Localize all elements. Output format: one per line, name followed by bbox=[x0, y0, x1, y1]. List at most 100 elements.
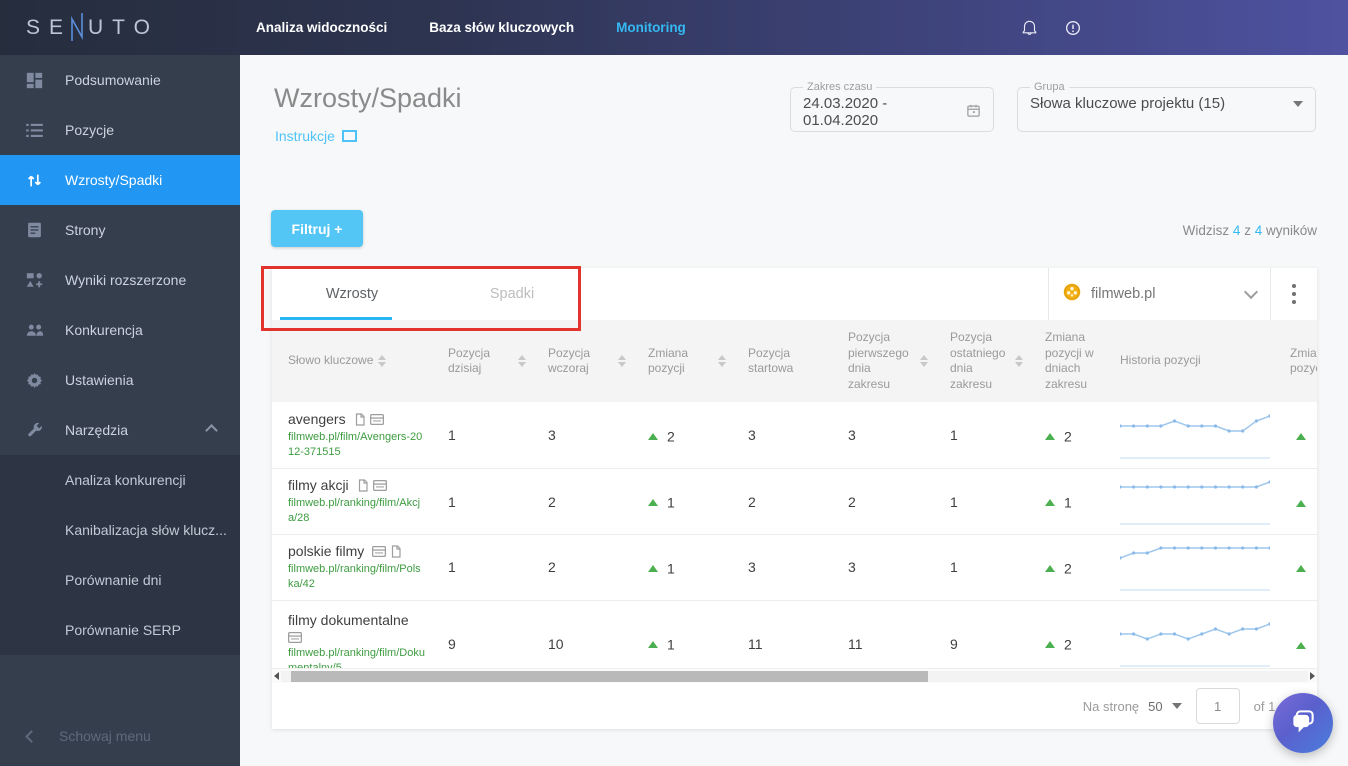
position-change: 1 bbox=[667, 494, 675, 511]
date-range-field[interactable]: Zakres czasu 24.03.2020 - 01.04.2020 bbox=[790, 81, 994, 132]
instructions-label: Instrukcje bbox=[275, 128, 335, 144]
serp-snippet-icon[interactable] bbox=[372, 545, 387, 557]
column-header-pozycja-startowa: Pozycja startowa bbox=[732, 320, 832, 402]
column-header-pozycja-wczoraj[interactable]: Pozycja wczoraj bbox=[532, 320, 632, 402]
chevron-left-icon bbox=[25, 729, 38, 743]
position-yesterday: 2 bbox=[548, 493, 556, 510]
sidebar-subitem-analiza-konkurencji[interactable]: Analiza konkurencji bbox=[0, 455, 240, 505]
serp-snippet-icon[interactable] bbox=[288, 631, 302, 643]
senuto-logo[interactable]: SE UTO bbox=[0, 12, 256, 43]
sidebar-item-label: Podsumowanie bbox=[65, 72, 161, 88]
page-preview-icon[interactable] bbox=[390, 544, 402, 558]
notifications-bell-icon[interactable] bbox=[1022, 19, 1037, 36]
tab-spadki[interactable]: Spadki bbox=[432, 268, 592, 320]
nav-item-analiza-widocznosci[interactable]: Analiza widoczności bbox=[256, 20, 387, 35]
column-header-pozycja-dzisiaj[interactable]: Pozycja dzisiaj bbox=[432, 320, 532, 402]
scrollbar-thumb[interactable] bbox=[291, 670, 928, 682]
collapse-menu-button[interactable]: Schowaj menu bbox=[0, 706, 240, 766]
wrench-icon bbox=[25, 422, 44, 438]
kebab-menu-button[interactable] bbox=[1270, 268, 1317, 320]
position-start: 3 bbox=[748, 559, 756, 576]
column-header-pozycja-ostatniego-dnia[interactable]: Pozycja ostatniego dnia zakresu bbox=[934, 320, 1029, 402]
sidebar-item-konkurencja[interactable]: Konkurencja bbox=[0, 305, 240, 355]
page-number-input[interactable] bbox=[1195, 688, 1240, 724]
sort-icon bbox=[920, 355, 928, 368]
horizontal-scrollbar[interactable] bbox=[272, 668, 1317, 683]
info-icon[interactable] bbox=[1065, 20, 1081, 36]
sidebar-item-wzrosty-spadki[interactable]: Wzrosty/Spadki bbox=[0, 155, 240, 205]
keyword-name[interactable]: avengers bbox=[288, 411, 346, 427]
position-first-day: 11 bbox=[848, 635, 863, 652]
sidebar-subitem-porownanie-dni[interactable]: Porównanie dni bbox=[0, 555, 240, 605]
chevron-up-icon bbox=[205, 423, 218, 437]
sidebar-item-wyniki-rozszerzone[interactable]: Wyniki rozszerzone bbox=[0, 255, 240, 305]
sidebar-item-narzedzia[interactable]: Narzędzia bbox=[0, 405, 240, 455]
column-header-pozycja-pierwszego-dnia[interactable]: Pozycja pierwszego dnia zakresu bbox=[832, 320, 934, 402]
up-triangle-icon bbox=[1296, 565, 1306, 573]
page-of-label: of 1 bbox=[1253, 698, 1276, 714]
up-triangle-icon bbox=[648, 498, 658, 506]
keyword-name[interactable]: filmy dokumentalne bbox=[288, 612, 409, 628]
keyword-url-link[interactable]: filmweb.pl/ranking/film/Dokumentalny/5 bbox=[288, 646, 426, 668]
position-history-sparkline bbox=[1118, 414, 1272, 459]
results-shown: 4 bbox=[1232, 223, 1241, 238]
sidebar-item-label: Wzrosty/Spadki bbox=[65, 172, 163, 188]
nav-item-monitoring[interactable]: Monitoring bbox=[616, 20, 686, 35]
position-change: 2 bbox=[667, 428, 675, 445]
keyword-url-link[interactable]: filmweb.pl/film/Avengers-2012-371515 bbox=[288, 430, 426, 460]
results-count: Widzisz 4 z 4 wyników bbox=[1182, 223, 1317, 238]
keyword-name[interactable]: polskie filmy bbox=[288, 543, 364, 559]
up-triangle-icon bbox=[648, 640, 658, 648]
serp-snippet-icon[interactable] bbox=[369, 413, 384, 425]
sidebar-item-label: Konkurencja bbox=[65, 322, 143, 338]
position-history-sparkline bbox=[1118, 480, 1272, 525]
page-preview-icon[interactable] bbox=[354, 412, 366, 426]
scroll-left-icon[interactable] bbox=[274, 672, 279, 680]
group-value: Słowa kluczowe projektu (15) bbox=[1030, 95, 1226, 112]
serp-snippet-icon[interactable] bbox=[372, 479, 387, 491]
people-icon bbox=[25, 323, 44, 337]
per-page-select[interactable]: Na stronę 50 bbox=[1083, 699, 1182, 714]
domain-selector[interactable]: filmweb.pl bbox=[1048, 268, 1270, 320]
sidebar-item-pozycje[interactable]: Pozycje bbox=[0, 105, 240, 155]
scrollbar-track[interactable] bbox=[281, 670, 1308, 682]
chevron-down-icon bbox=[1171, 703, 1182, 709]
sort-icon bbox=[378, 355, 387, 368]
keyword-url-link[interactable]: filmweb.pl/ranking/film/Akcja/28 bbox=[288, 496, 426, 526]
position-change: 1 bbox=[667, 560, 675, 577]
chat-widget-button[interactable] bbox=[1273, 693, 1333, 753]
sort-icon bbox=[1015, 355, 1023, 368]
results-table: Słowo kluczowe Pozycja dzisiaj Pozycja wcz… bbox=[272, 320, 1317, 668]
column-header-zmiana-pozycji[interactable]: Zmiana pozycji bbox=[632, 320, 732, 402]
group-select[interactable]: Grupa Słowa kluczowe projektu (15) bbox=[1017, 81, 1316, 132]
nav-item-baza-slow-kluczowych[interactable]: Baza słów kluczowych bbox=[429, 20, 574, 35]
keyword-name[interactable]: filmy akcji bbox=[288, 477, 349, 493]
list-icon bbox=[25, 123, 44, 138]
sidebar-item-label: Wyniki rozszerzone bbox=[65, 272, 187, 288]
sidebar-item-ustawienia[interactable]: Ustawienia bbox=[0, 355, 240, 405]
filmweb-favicon-icon bbox=[1063, 283, 1081, 305]
tab-wzrosty[interactable]: Wzrosty bbox=[272, 268, 432, 320]
scroll-right-icon[interactable] bbox=[1310, 672, 1315, 680]
position-history-sparkline bbox=[1118, 622, 1272, 667]
sidebar-item-strony[interactable]: Strony bbox=[0, 205, 240, 255]
group-label: Grupa bbox=[1034, 81, 1065, 93]
position-change: 1 bbox=[667, 636, 675, 653]
sidebar-item-label: Narzędzia bbox=[65, 422, 129, 438]
sort-icon bbox=[618, 355, 626, 368]
instructions-link[interactable]: Instrukcje bbox=[275, 128, 357, 144]
page-preview-icon[interactable] bbox=[357, 479, 369, 492]
filter-button[interactable]: Filtruj + bbox=[271, 210, 363, 247]
sidebar-subitem-porownanie-serp[interactable]: Porównanie SERP bbox=[0, 605, 240, 655]
sidebar-subitem-kanibalizacja[interactable]: Kanibalizacja słów klucz... bbox=[0, 505, 240, 555]
domain-name: filmweb.pl bbox=[1091, 286, 1156, 302]
column-header-slowo-kluczowe[interactable]: Słowo kluczowe bbox=[272, 320, 432, 402]
position-first-day: 2 bbox=[848, 493, 856, 510]
sidebar-item-podsumowanie[interactable]: Podsumowanie bbox=[0, 55, 240, 105]
position-start: 11 bbox=[748, 635, 763, 652]
table-row: polskie filmy filmweb.pl/ranking/film/Pol… bbox=[272, 535, 1317, 601]
position-last-day: 1 bbox=[950, 493, 958, 510]
position-today: 1 bbox=[448, 427, 456, 444]
sidebar: Podsumowanie Pozycje Wzrosty/Spadki Stro… bbox=[0, 55, 240, 766]
keyword-url-link[interactable]: filmweb.pl/ranking/film/Polska/42 bbox=[288, 562, 426, 592]
